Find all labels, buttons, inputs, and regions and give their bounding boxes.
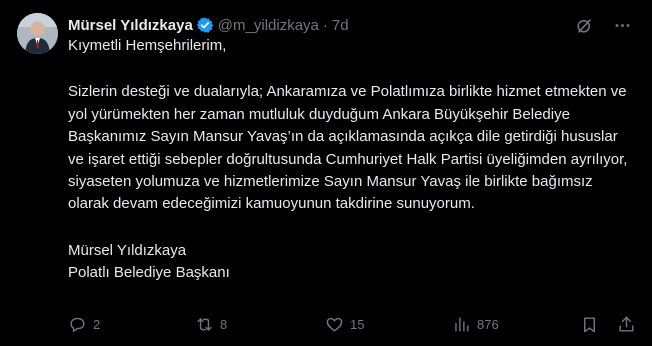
tweet-text: Kıymetli Hemşehrilerim, Sizlerin desteği… bbox=[68, 35, 633, 285]
grok-icon[interactable] bbox=[574, 15, 594, 35]
retweet-count: 8 bbox=[220, 316, 228, 332]
reply-count: 2 bbox=[93, 316, 101, 332]
author-handle[interactable]: @m_yildizkaya bbox=[218, 17, 319, 34]
author-name[interactable]: Mürsel Yıldızkaya bbox=[68, 17, 193, 34]
views-button[interactable]: 876 bbox=[452, 315, 499, 334]
tweet-greeting: Kıymetli Hemşehrilerim, bbox=[68, 37, 227, 54]
like-icon bbox=[326, 317, 343, 332]
timestamp[interactable]: 7d bbox=[332, 17, 349, 34]
avatar[interactable] bbox=[17, 13, 58, 54]
retweet-button[interactable]: 8 bbox=[195, 315, 227, 334]
bookmark-icon bbox=[584, 316, 595, 332]
share-button[interactable] bbox=[617, 315, 636, 334]
tweet-header: Mürsel Yıldızkaya @m_yildizkaya · 7d bbox=[68, 15, 632, 35]
like-count: 15 bbox=[350, 316, 365, 332]
views-count: 876 bbox=[477, 316, 499, 332]
views-icon bbox=[455, 316, 469, 332]
reply-icon bbox=[70, 317, 85, 332]
signature-title: Polatlı Belediye Başkanı bbox=[68, 264, 230, 282]
verified-badge-icon bbox=[196, 16, 214, 34]
tweet-actions: 2 8 15 876 bbox=[68, 313, 636, 335]
dot-separator: · bbox=[322, 16, 328, 34]
tweet-paragraph: Sizlerin desteği ve dualarıyla; Ankaramı… bbox=[68, 83, 628, 213]
like-button[interactable]: 15 bbox=[325, 315, 364, 334]
more-icon[interactable] bbox=[612, 15, 632, 35]
share-icon bbox=[619, 316, 634, 332]
retweet-icon bbox=[197, 317, 212, 331]
reply-button[interactable]: 2 bbox=[68, 315, 100, 334]
bookmark-button[interactable] bbox=[580, 315, 599, 334]
signature-name: Mürsel Yıldızkaya bbox=[68, 241, 187, 259]
